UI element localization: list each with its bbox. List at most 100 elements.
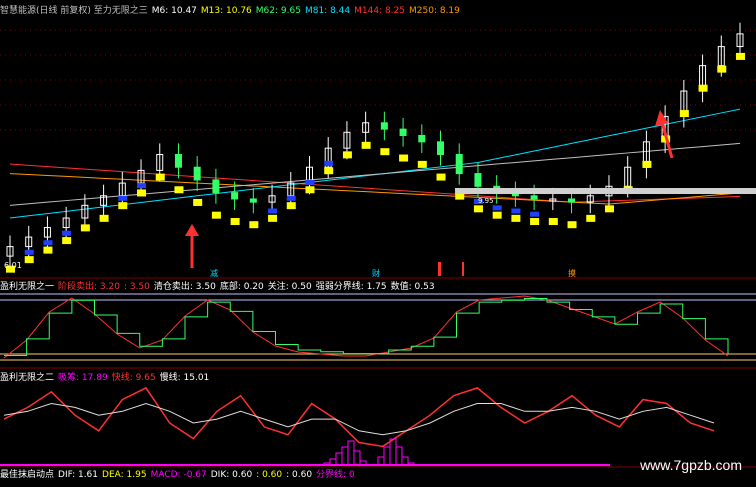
yellow-band xyxy=(698,84,708,92)
panel3-label-3: 慢线: 15.01 xyxy=(159,373,210,383)
line-slow xyxy=(3,402,715,436)
candle-body xyxy=(530,195,538,200)
blue-band xyxy=(530,211,540,217)
ma-line-2 xyxy=(9,108,741,219)
macd-bar xyxy=(383,446,391,466)
up-arrow-icon xyxy=(185,224,199,236)
blue-band xyxy=(324,160,334,166)
yellow-band xyxy=(268,214,278,222)
blue-band xyxy=(43,240,53,246)
yellow-band xyxy=(586,214,596,222)
yellow-band xyxy=(99,214,109,222)
blue-band xyxy=(268,208,278,214)
resistance-bar xyxy=(455,188,756,194)
macd-bar xyxy=(341,446,349,466)
watermark: www.7gpzb.com xyxy=(640,457,742,473)
candle-body xyxy=(418,134,426,143)
line-sell xyxy=(3,295,729,359)
candle-body xyxy=(174,154,182,168)
candle-body xyxy=(380,122,388,130)
yellow-band xyxy=(342,151,352,159)
panel4-label-7: 分界线: 0 xyxy=(316,470,355,480)
level-label: 9.95 xyxy=(478,197,494,205)
yellow-band xyxy=(24,256,34,264)
blue-band xyxy=(511,208,521,214)
panel2-label-6: 强弱分界线: 1.75 xyxy=(315,282,387,292)
yellow-band xyxy=(492,211,502,219)
candle-body xyxy=(399,128,407,136)
yellow-band xyxy=(473,205,483,213)
panel3-header: 盈利无限之二 吸筹: 17.89 快线: 9.65 慢线: 15.01 xyxy=(0,372,213,384)
low-price-label: 6.01 xyxy=(4,261,22,270)
yellow-band xyxy=(286,202,296,210)
candle-body xyxy=(474,173,482,187)
yellow-band xyxy=(736,52,745,60)
blue-band xyxy=(492,205,502,211)
yellow-band xyxy=(249,221,259,229)
panel1-label-0: 智慧能源(日线 前复权) 至力无限之三 xyxy=(0,6,148,16)
panel4-label-2: DEA: 1.95 xyxy=(102,470,147,480)
line-fast xyxy=(3,386,715,448)
candle-body xyxy=(437,141,445,156)
candle-body xyxy=(455,154,463,175)
candle-body xyxy=(231,192,239,200)
blue-band xyxy=(118,195,128,201)
panel4-label-1: DIF: 1.61 xyxy=(58,470,99,480)
blue-band xyxy=(137,183,147,189)
panel4-header: 最佳抹启动点 DIF: 1.61 DEA: 1.95 MACD: -0.67 DIK: … xyxy=(0,469,359,481)
yellow-band xyxy=(399,154,409,162)
up-arrow-icon xyxy=(655,110,668,126)
blue-band xyxy=(286,195,296,201)
macd-bar xyxy=(401,456,409,466)
yellow-band xyxy=(604,205,614,213)
yellow-band xyxy=(548,218,558,226)
panel2-label-0: 盈利无限之一 xyxy=(0,282,55,292)
yellow-band xyxy=(324,167,334,175)
macd-bar xyxy=(377,456,385,466)
yellow-band xyxy=(717,65,727,73)
panel3-label-0: 盈利无限之二 xyxy=(0,373,55,383)
macd-bar xyxy=(389,438,397,466)
blue-band xyxy=(24,249,34,255)
panel1-header: 智慧能源(日线 前复权) 至力无限之三 M6: 10.47 M13: 10.76 M6… xyxy=(0,5,464,17)
yellow-band xyxy=(642,160,652,168)
event-marker-2: 摸 xyxy=(568,268,576,278)
yellow-band xyxy=(155,173,165,181)
yellow-band xyxy=(417,160,427,168)
yellow-band xyxy=(530,218,540,226)
panel1-label-3: M62: 9.65 xyxy=(255,6,301,16)
panel4-label-5: : 0.60 xyxy=(256,470,283,480)
panel1-label-6: M250: 8.19 xyxy=(409,6,460,16)
stock-chart: 6.01 9.95 减 财 摸 xyxy=(0,22,756,468)
panel1-label-2: M13: 10.76 xyxy=(200,6,252,16)
panel4-label-0: 最佳抹启动点 xyxy=(0,470,55,480)
yellow-band xyxy=(137,189,147,197)
panel1-label-1: M6: 10.47 xyxy=(151,6,197,16)
yellow-band xyxy=(361,141,371,149)
panel2-label-5: 关注: 0.50 xyxy=(267,282,312,292)
yellow-band xyxy=(679,110,689,118)
panel1-label-4: M81: 8.44 xyxy=(304,6,351,16)
yellow-band xyxy=(436,173,446,181)
yellow-band xyxy=(305,186,315,194)
panel2-label-3: 清仓卖出: 3.50 xyxy=(153,282,216,292)
panel2-label-7: 数值: 0.53 xyxy=(390,282,435,292)
panel3-label-1: 吸筹: 17.89 xyxy=(58,373,108,383)
yellow-band xyxy=(511,214,521,222)
macd-bar xyxy=(353,450,361,466)
panel4-label-4: DIK: 0.60 xyxy=(210,470,253,480)
panel2-header: 盈利无限之一 阶段卖出: 3.20: 3.50 清仓卖出: 3.50 底部: 0.20… xyxy=(0,281,439,293)
yellow-band xyxy=(230,218,240,226)
candle-body xyxy=(249,198,257,203)
macd-bar xyxy=(395,446,403,466)
macd-bar xyxy=(347,440,355,466)
panel2-label-1: 阶段卖出: 3.20 xyxy=(58,282,120,292)
panel3-label-2: 快线: 9.65 xyxy=(111,373,156,383)
yellow-band xyxy=(193,198,203,206)
macd-bar xyxy=(335,452,343,466)
panel2-label-2: : 3.50 xyxy=(123,282,150,292)
blue-band xyxy=(305,179,315,185)
yellow-band xyxy=(174,186,184,194)
panel1-label-5: M144: 8.25 xyxy=(354,6,405,16)
candle-body xyxy=(193,166,201,181)
